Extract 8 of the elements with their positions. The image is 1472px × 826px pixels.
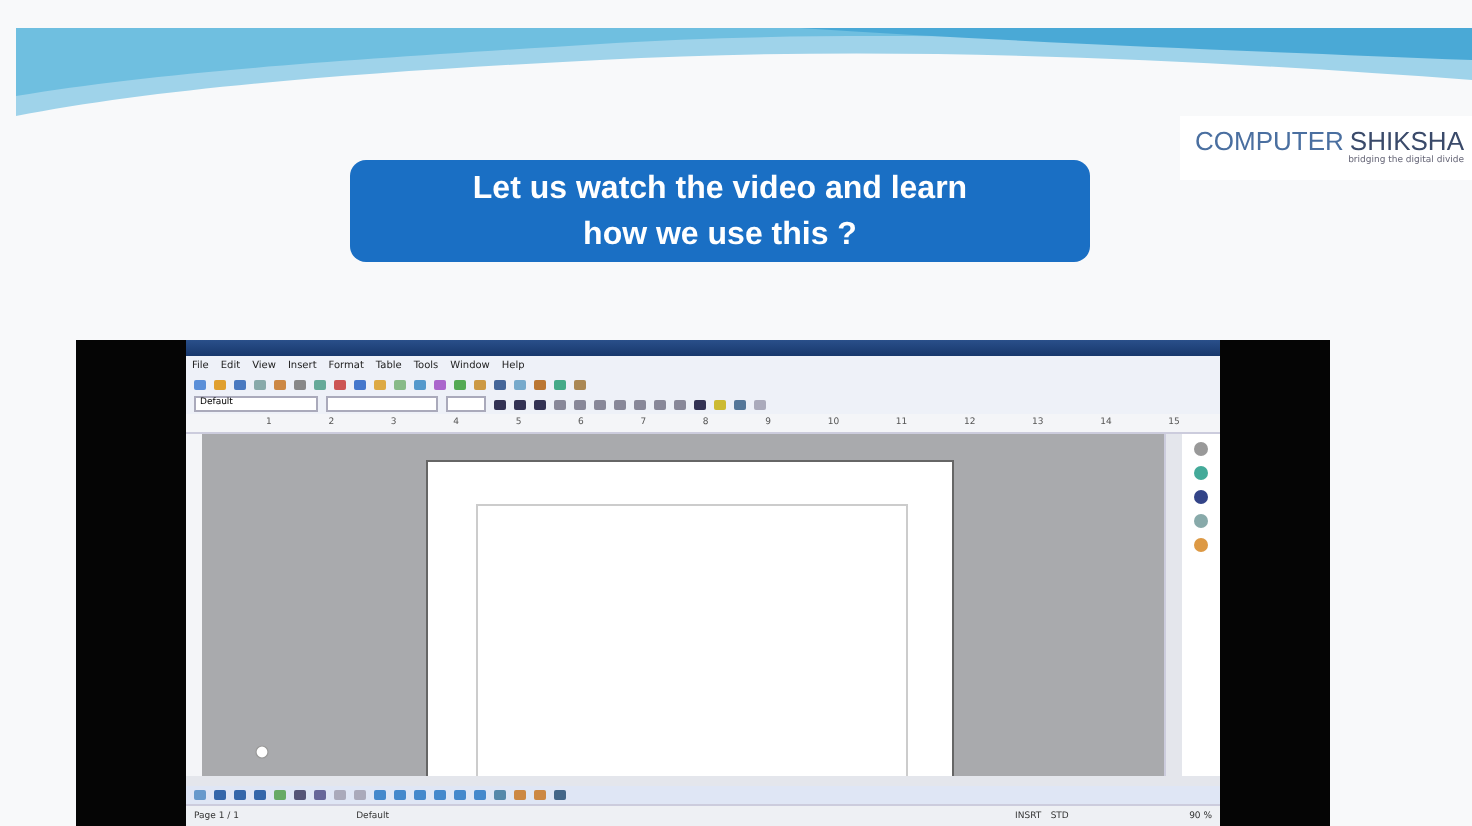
logo-text: SHIKSHA [1349,126,1464,156]
font-dropdown[interactable] [326,396,438,412]
mouse-cursor-icon [254,744,270,760]
logo-text: COMPUTER [1195,126,1344,156]
banner-text: how we use this ? [583,215,857,255]
horizontal-scrollbar[interactable] [186,776,1220,786]
banner-text: Let us watch the video and learn [472,169,968,209]
vertical-scrollbar[interactable] [1164,434,1182,776]
